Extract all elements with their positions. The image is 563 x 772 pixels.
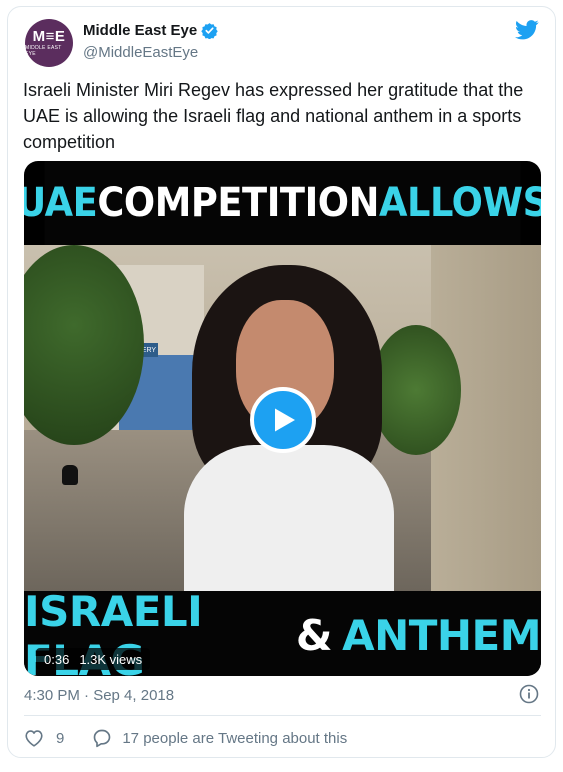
person-shirt [184, 445, 394, 591]
account-name[interactable]: Middle East Eye [83, 22, 197, 39]
tweeting-about-link[interactable]: 17 people are Tweeting about this [122, 730, 347, 747]
tweet-text: Israeli Minister Miri Regev has expresse… [23, 80, 524, 152]
video-player[interactable]: UAE COMPETITION ALLOWS GALLERY ISRAELI F… [24, 161, 541, 676]
video-banner-top: UAE COMPETITION ALLOWS [24, 161, 541, 245]
verified-badge-icon [201, 23, 218, 39]
avatar[interactable]: M≡E MIDDLE EAST EYE [25, 19, 73, 67]
scene-tree-right [371, 325, 461, 455]
video-meta-badge: 0:36 1.3K views [36, 648, 151, 670]
info-icon[interactable] [519, 684, 539, 704]
video-duration: 0:36 [44, 651, 70, 667]
banner-bottom-word-2: & [295, 611, 333, 660]
banner-top-word-3: ALLOWS [378, 180, 541, 226]
play-button[interactable] [250, 387, 316, 453]
account-name-row[interactable]: Middle East Eye [83, 22, 218, 39]
tweet-card[interactable]: M≡E MIDDLE EAST EYE Middle East Eye @Mid… [7, 6, 556, 758]
banner-top-word-1: UAE [24, 180, 98, 226]
divider [24, 715, 541, 716]
twitter-bird-icon[interactable] [515, 20, 539, 40]
account-handle[interactable]: @MiddleEastEye [83, 44, 198, 61]
reply-bubble-icon[interactable] [92, 728, 112, 748]
banner-top-word-2: COMPETITION [97, 180, 379, 226]
banner-bottom-word-3: ANTHEM [342, 611, 541, 660]
play-icon [275, 408, 295, 432]
avatar-logo-sub: MIDDLE EAST EYE [25, 45, 62, 57]
heart-icon[interactable] [24, 729, 44, 747]
like-count[interactable]: 9 [56, 730, 64, 747]
video-views: 1.3K views [79, 651, 143, 667]
scene-cat [62, 465, 78, 485]
engagement-bar: 9 17 people are Tweeting about this [24, 725, 347, 751]
tweet-timestamp[interactable]: 4:30 PM · Sep 4, 2018 [24, 687, 174, 704]
avatar-logo: M≡E [32, 28, 66, 45]
